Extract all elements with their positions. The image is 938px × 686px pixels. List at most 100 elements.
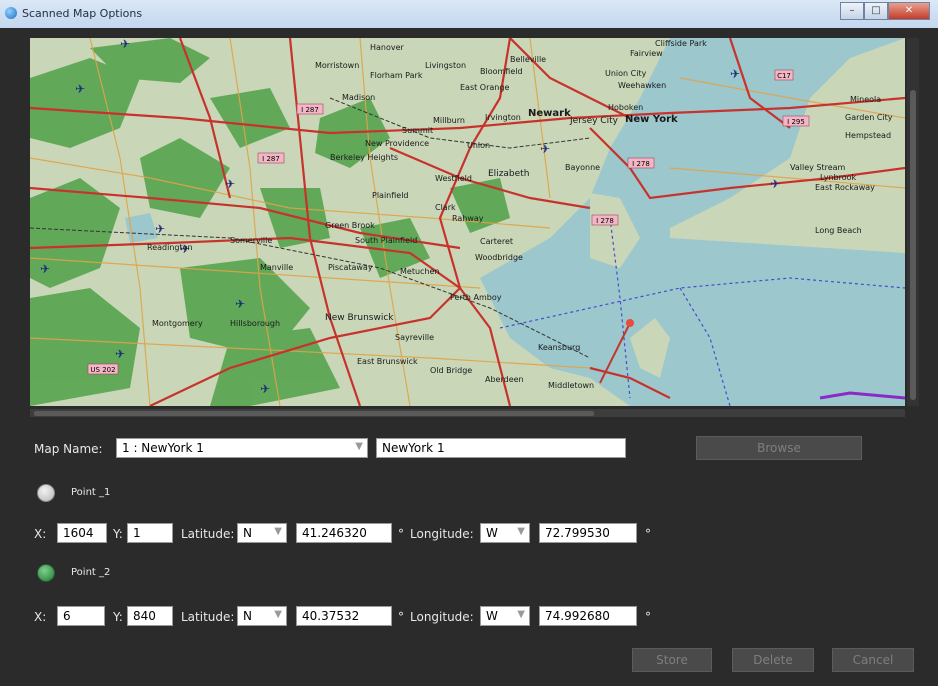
degree-symbol: °	[645, 527, 651, 541]
place-label: Long Beach	[815, 226, 862, 235]
chevron-down-icon: ▼	[517, 526, 525, 537]
point1-latitude-dir-select[interactable]: N ▼	[237, 523, 287, 543]
map-name-input[interactable]: NewYork 1	[376, 438, 626, 458]
svg-text:✈: ✈	[260, 382, 270, 396]
place-label: Fairview	[630, 49, 663, 58]
place-label: Clark	[435, 203, 456, 212]
place-label: New Providence	[365, 139, 429, 148]
window-title: Scanned Map Options	[22, 7, 143, 20]
place-label: Plainfield	[372, 191, 409, 200]
point1-latitude-input[interactable]: 41.246320	[296, 523, 392, 543]
map-select-dropdown[interactable]: 1 : NewYork 1 ▼	[116, 438, 368, 458]
place-label: Newark	[528, 108, 571, 119]
point2-radio[interactable]	[37, 564, 55, 582]
place-label: Cliffside Park	[655, 39, 707, 48]
degree-symbol: °	[398, 527, 404, 541]
place-label: Woodbridge	[475, 253, 523, 262]
place-label: Sayreville	[395, 333, 434, 342]
point1-longitude-input[interactable]: 72.799530	[539, 523, 637, 543]
vertical-scroll-thumb[interactable]	[910, 90, 916, 400]
place-label: Jersey City	[569, 116, 619, 126]
place-label: New York	[625, 114, 678, 125]
place-label: Metuchen	[400, 267, 440, 276]
point2-longitude-dir-select[interactable]: W ▼	[480, 606, 530, 626]
point2-longitude-input[interactable]: 74.992680	[539, 606, 637, 626]
place-label: Millburn	[433, 116, 465, 125]
point2-x-label: X:	[34, 610, 47, 624]
point2-x-input[interactable]: 6	[57, 606, 105, 626]
place-label: Union City	[605, 69, 647, 78]
place-label: Mineola	[850, 95, 881, 104]
point1-latitude-label: Latitude:	[181, 527, 235, 541]
point1-x-input[interactable]: 1604	[57, 523, 107, 543]
route-label: I 278	[596, 217, 614, 225]
place-label: Carteret	[480, 237, 513, 246]
point2-y-label: Y:	[113, 610, 123, 624]
close-icon[interactable]: ✕	[888, 2, 930, 20]
svg-text:✈: ✈	[120, 38, 130, 51]
route-label: I 287	[262, 155, 280, 163]
svg-text:✈: ✈	[75, 82, 85, 96]
place-label: Bloomfield	[480, 67, 523, 76]
window-controls: – □ ✕	[840, 2, 930, 20]
place-label: Old Bridge	[430, 366, 472, 375]
point2-longitude-dir-value: W	[486, 609, 498, 623]
route-label: I 287	[301, 106, 319, 114]
minimize-icon[interactable]: –	[840, 2, 864, 20]
point1-longitude-label: Longitude:	[410, 527, 474, 541]
chevron-down-icon: ▼	[274, 609, 282, 620]
place-label: Hillsborough	[230, 319, 280, 328]
place-label: Green Brook	[325, 221, 375, 230]
place-label: South Plainfield	[355, 236, 417, 245]
point1-longitude-dir-select[interactable]: W ▼	[480, 523, 530, 543]
point2-label: Point _2	[71, 567, 111, 578]
place-label: Morristown	[315, 61, 359, 70]
point2-longitude-label: Longitude:	[410, 610, 474, 624]
svg-text:✈: ✈	[730, 67, 740, 81]
point2-latitude-input[interactable]: 40.37532	[296, 606, 392, 626]
place-label: Lynbrook	[820, 173, 857, 182]
point2-latitude-label: Latitude:	[181, 610, 235, 624]
place-label: Irvington	[485, 113, 521, 122]
cancel-button[interactable]: Cancel	[832, 648, 914, 672]
place-label: Westfield	[435, 174, 472, 183]
point1-latitude-dir-value: N	[243, 526, 252, 540]
place-label: East Rockaway	[815, 183, 875, 192]
place-label: Montgomery	[152, 319, 203, 328]
chevron-down-icon: ▼	[274, 526, 282, 537]
place-label: Florham Park	[370, 71, 423, 80]
point1-y-input[interactable]: 1	[127, 523, 173, 543]
place-label: New Brunswick	[325, 313, 394, 323]
place-label: Elizabeth	[488, 169, 529, 179]
browse-button[interactable]: Browse	[696, 436, 862, 460]
svg-text:✈: ✈	[235, 297, 245, 311]
place-label: East Brunswick	[357, 357, 418, 366]
route-label: US 202	[90, 366, 115, 374]
horizontal-scroll-thumb[interactable]	[34, 411, 594, 416]
place-label: Middletown	[548, 381, 594, 390]
place-label: Berkeley Heights	[330, 153, 398, 162]
place-label: Readington	[147, 243, 193, 252]
place-label: Union	[467, 141, 490, 150]
svg-text:✈: ✈	[40, 262, 50, 276]
point1-x-label: X:	[34, 527, 47, 541]
place-label: Piscataway	[328, 263, 373, 272]
place-label: Somerville	[230, 236, 272, 245]
degree-symbol: °	[398, 610, 404, 624]
place-label: Manville	[260, 263, 293, 272]
point2-latitude-dir-select[interactable]: N ▼	[237, 606, 287, 626]
route-label: I 295	[787, 118, 805, 126]
maximize-icon[interactable]: □	[864, 2, 888, 20]
store-button[interactable]: Store	[632, 648, 712, 672]
svg-text:✈: ✈	[115, 347, 125, 361]
place-label: Hempstead	[845, 131, 891, 140]
point1-radio[interactable]	[37, 484, 55, 502]
place-label: Belleville	[510, 55, 546, 64]
app-globe-icon	[5, 7, 17, 19]
route-label: I 278	[632, 160, 650, 168]
map-select-value: 1 : NewYork 1	[122, 441, 204, 455]
point1-label: Point _1	[71, 487, 111, 498]
point2-y-input[interactable]: 840	[127, 606, 173, 626]
map-canvas[interactable]: ✈ ✈ ✈ ✈ ✈ ✈ ✈ ✈ ✈ ✈ ✈ ✈ I 287 I 287 I 278 I 27…	[30, 38, 905, 406]
delete-button[interactable]: Delete	[732, 648, 814, 672]
